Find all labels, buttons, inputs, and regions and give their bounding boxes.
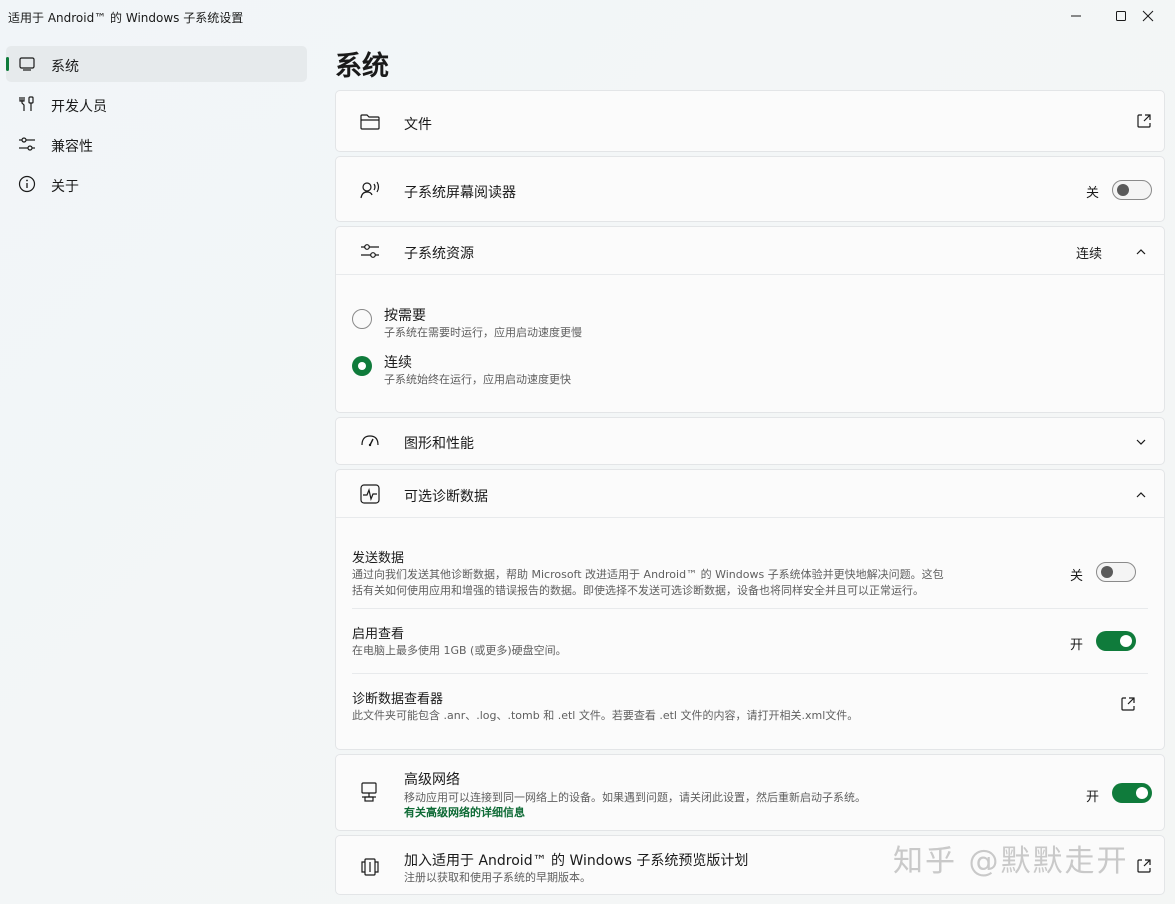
divider bbox=[352, 608, 1148, 609]
diagnostics-label: 可选诊断数据 bbox=[404, 489, 488, 505]
preview-program-label: 加入适用于 Android™ 的 Windows 子系统预览版计划 bbox=[404, 853, 749, 869]
chevron-up-icon[interactable] bbox=[1135, 246, 1147, 258]
files-card[interactable]: 文件 bbox=[335, 90, 1165, 152]
advanced-network-state: 开 bbox=[1086, 790, 1100, 805]
send-data-desc-line1: 通过向我们发送其他诊断数据，帮助 Microsoft 改进适用于 Android… bbox=[352, 568, 944, 581]
sliders-icon bbox=[19, 137, 35, 151]
resources-label: 子系统资源 bbox=[404, 246, 474, 262]
send-data-label: 发送数据 bbox=[352, 551, 405, 566]
diagnostic-viewer-label: 诊断数据查看器 bbox=[352, 692, 444, 707]
diagnostics-card: 可选诊断数据 发送数据 通过向我们发送其他诊断数据，帮助 Microsoft 改… bbox=[335, 469, 1165, 750]
display-icon bbox=[19, 57, 35, 71]
send-data-desc-line2: 括有关如何使用应用和增强的错误报告的数据。即使选择不发送可选诊断数据，设备也将同… bbox=[352, 584, 924, 597]
graphics-label: 图形和性能 bbox=[404, 436, 474, 452]
sidebar-item-label: 系统 bbox=[51, 59, 79, 75]
enable-viewing-toggle[interactable] bbox=[1096, 631, 1136, 651]
radio-on-demand-label: 按需要 bbox=[384, 308, 426, 324]
advanced-network-label: 高级网络 bbox=[404, 772, 460, 788]
page-title: 系统 bbox=[335, 51, 389, 82]
narrator-icon bbox=[360, 181, 380, 199]
minimize-icon bbox=[1071, 15, 1081, 17]
divider bbox=[352, 673, 1148, 674]
watermark: 知乎 @默默走开 bbox=[893, 844, 1129, 879]
send-data-toggle[interactable] bbox=[1096, 562, 1136, 582]
radio-on-demand-desc: 子系统在需要时运行，应用启动速度更慢 bbox=[384, 326, 582, 339]
sidebar-item-system[interactable]: 系统 bbox=[6, 46, 307, 82]
graphics-card[interactable]: 图形和性能 bbox=[335, 417, 1165, 465]
gauge-icon bbox=[361, 435, 379, 447]
sliders-icon bbox=[361, 244, 379, 258]
sidebar-item-developer[interactable]: 开发人员 bbox=[6, 86, 307, 122]
enable-viewing-desc: 在电脑上最多使用 1GB (或更多)硬盘空间。 bbox=[352, 644, 567, 657]
sidebar-item-label: 开发人员 bbox=[51, 99, 107, 115]
preview-program-icon bbox=[361, 858, 379, 876]
resources-value: 连续 bbox=[1076, 247, 1103, 262]
screen-reader-label: 子系统屏幕阅读器 bbox=[404, 185, 516, 201]
chevron-down-icon[interactable] bbox=[1135, 436, 1147, 448]
developer-tools-icon bbox=[19, 96, 34, 111]
minimize-button[interactable] bbox=[1051, 0, 1101, 32]
title-bar: 适用于 Android™ 的 Windows 子系统设置 bbox=[0, 0, 1175, 34]
toggle-knob bbox=[1101, 566, 1113, 578]
screen-reader-state: 关 bbox=[1086, 186, 1100, 201]
network-computer-icon bbox=[361, 782, 377, 802]
folder-icon bbox=[360, 114, 380, 130]
active-indicator bbox=[6, 57, 9, 71]
files-label: 文件 bbox=[404, 117, 432, 133]
sidebar-item-label: 关于 bbox=[51, 179, 79, 195]
open-external-icon[interactable] bbox=[1136, 113, 1152, 129]
advanced-network-desc: 移动应用可以连接到同一网络上的设备。如果遇到问题，请关闭此设置，然后重新启动子系… bbox=[404, 791, 866, 804]
open-external-icon[interactable] bbox=[1120, 696, 1136, 712]
activity-icon bbox=[360, 484, 380, 504]
close-button[interactable] bbox=[1123, 0, 1173, 32]
screen-reader-toggle[interactable] bbox=[1112, 180, 1152, 200]
window-title: 适用于 Android™ 的 Windows 子系统设置 bbox=[8, 11, 244, 25]
advanced-network-card: 高级网络 移动应用可以连接到同一网络上的设备。如果遇到问题，请关闭此设置，然后重… bbox=[335, 754, 1165, 831]
close-icon bbox=[1142, 10, 1154, 22]
enable-viewing-state: 开 bbox=[1070, 638, 1084, 653]
open-external-icon[interactable] bbox=[1136, 858, 1152, 874]
send-data-state: 关 bbox=[1070, 569, 1084, 584]
enable-viewing-label: 启用查看 bbox=[352, 627, 405, 642]
screen-reader-card: 子系统屏幕阅读器 关 bbox=[335, 156, 1165, 222]
radio-continuous-label: 连续 bbox=[384, 355, 412, 371]
chevron-up-icon[interactable] bbox=[1135, 489, 1147, 501]
info-icon bbox=[18, 175, 36, 193]
sidebar-item-label: 兼容性 bbox=[51, 139, 93, 155]
toggle-knob bbox=[1120, 635, 1132, 647]
radio-continuous[interactable] bbox=[352, 356, 372, 376]
divider bbox=[336, 517, 1164, 518]
radio-on-demand[interactable] bbox=[352, 309, 372, 329]
advanced-network-toggle[interactable] bbox=[1112, 783, 1152, 803]
divider bbox=[336, 274, 1164, 275]
toggle-knob bbox=[1136, 787, 1148, 799]
radio-continuous-desc: 子系统始终在运行，应用启动速度更快 bbox=[384, 373, 571, 386]
diagnostic-viewer-desc: 此文件夹可能包含 .anr、.log、.tomb 和 .etl 文件。若要查看 … bbox=[352, 709, 859, 722]
preview-program-desc: 注册以获取和使用子系统的早期版本。 bbox=[404, 871, 591, 884]
toggle-knob bbox=[1117, 184, 1129, 196]
resources-card: 子系统资源 连续 按需要 子系统在需要时运行，应用启动速度更慢 连续 子系统始终… bbox=[335, 226, 1165, 413]
sidebar-item-about[interactable]: 关于 bbox=[6, 166, 307, 202]
advanced-network-link[interactable]: 有关高级网络的详细信息 bbox=[404, 804, 525, 820]
sidebar-item-compatibility[interactable]: 兼容性 bbox=[6, 126, 307, 162]
